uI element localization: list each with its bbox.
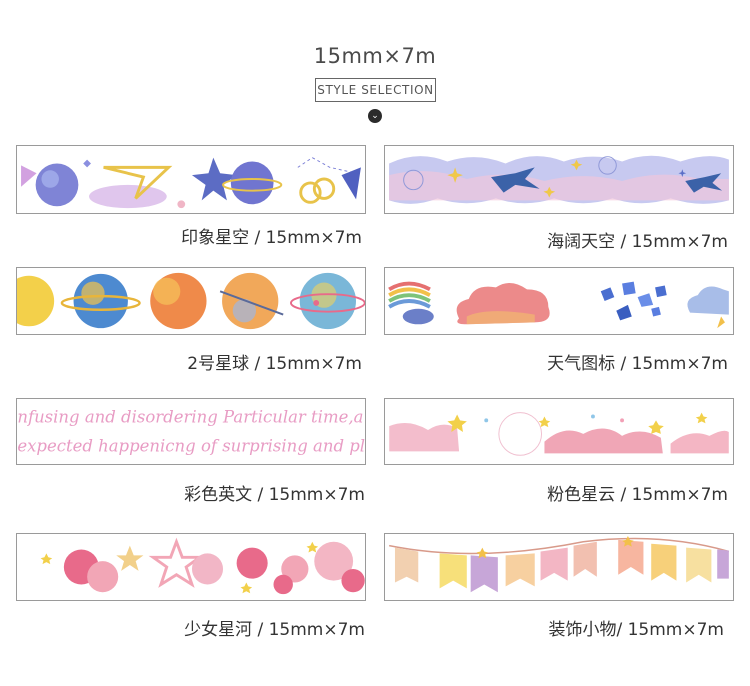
tape-swatch-pink-nebula[interactable] — [384, 398, 734, 465]
tape-swatch-decorations[interactable] — [384, 533, 734, 601]
script-line-2: expected happenicng of surprising and pl… — [17, 436, 365, 455]
starry-sky-illustration — [21, 157, 361, 209]
script-line-1: nfusing and disordering Particular time,… — [17, 407, 365, 426]
caption-girl-galaxy: 少女星河 / 15mm×7m — [184, 620, 365, 640]
girl-galaxy-illustration — [40, 537, 365, 595]
bunting-illustration — [389, 535, 730, 593]
style-selection-label: STYLE SELECTION — [315, 78, 436, 102]
pink-nebula-illustration — [389, 412, 729, 456]
planet-illustration — [17, 272, 365, 330]
wide-sky-illustration — [389, 155, 729, 204]
tape-swatch-weather-icons[interactable] — [384, 267, 734, 335]
caption-weather-icons: 天气图标 / 15mm×7m — [547, 354, 728, 374]
caption-pink-nebula: 粉色星云 / 15mm×7m — [547, 485, 728, 505]
size-title: 15mm×7m — [313, 44, 437, 68]
tape-swatch-wide-sky[interactable] — [384, 145, 734, 214]
tape-swatch-starry-sky[interactable] — [16, 145, 366, 214]
tape-swatch-color-english[interactable]: nfusing and disordering Particular time,… — [16, 398, 366, 465]
tape-swatch-girl-galaxy[interactable] — [16, 533, 366, 601]
tape-swatch-planet-2[interactable] — [16, 267, 366, 335]
english-script-illustration: nfusing and disordering Particular time,… — [17, 407, 365, 455]
caption-starry-sky: 印象星空 / 15mm×7m — [181, 228, 362, 248]
weather-illustration — [388, 281, 729, 329]
chevron-down-icon[interactable]: ⌄ — [368, 109, 382, 123]
caption-decorations: 装饰小物/ 15mm×7m — [548, 620, 724, 640]
caption-color-english: 彩色英文 / 15mm×7m — [184, 485, 365, 505]
caption-planet-2: 2号星球 / 15mm×7m — [187, 354, 362, 374]
caption-wide-sky: 海阔天空 / 15mm×7m — [547, 232, 728, 252]
